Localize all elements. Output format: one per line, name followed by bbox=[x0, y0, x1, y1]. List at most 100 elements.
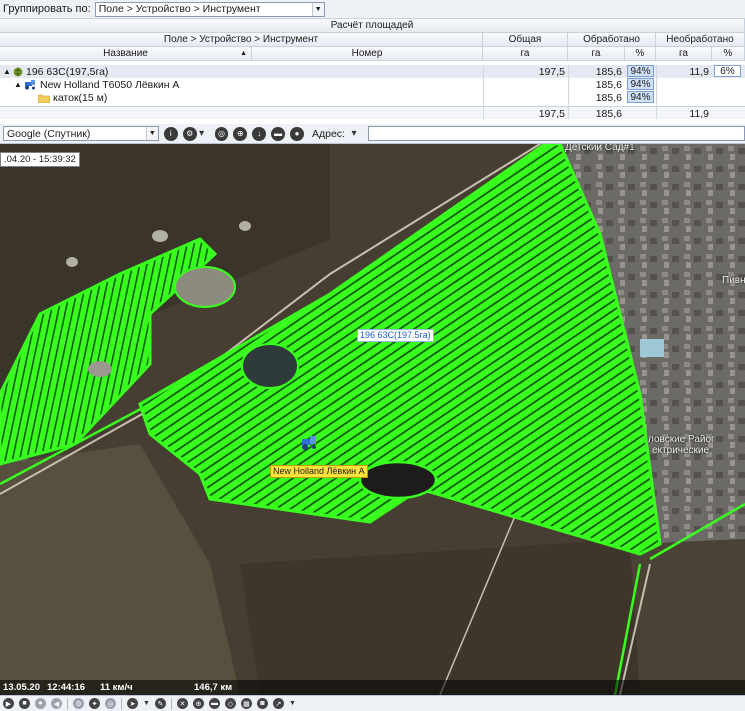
ruler-icon[interactable]: ▬ bbox=[208, 698, 220, 709]
field-name: 196 63С(197,5га) bbox=[26, 65, 109, 78]
column-divider bbox=[568, 65, 569, 119]
header-processed-ha: га bbox=[568, 47, 625, 61]
record-icon[interactable]: ● bbox=[35, 698, 46, 709]
close-icon[interactable]: ✕ bbox=[176, 698, 188, 709]
address-input[interactable] bbox=[367, 126, 745, 141]
map-status-bar: 13.05.20 12:44:16 11 км/ч 146,7 км bbox=[0, 680, 745, 695]
info-icon[interactable]: i bbox=[163, 126, 178, 141]
cursor-icon[interactable]: ➤ bbox=[127, 698, 138, 709]
zoom-icon[interactable]: ⊕ bbox=[192, 698, 204, 709]
vehicle-icon[interactable]: ▬ bbox=[271, 126, 286, 141]
stop-icon[interactable]: ■ bbox=[19, 698, 30, 709]
folder-icon bbox=[38, 91, 50, 104]
toolbar-divider bbox=[121, 697, 122, 710]
header-unprocessed[interactable]: Необработано bbox=[656, 33, 745, 47]
totals-processed: 185,6 bbox=[595, 107, 622, 120]
compass-icon[interactable]: ✦ bbox=[89, 698, 100, 709]
header-total[interactable]: Общая bbox=[483, 33, 568, 47]
layers-icon[interactable]: ◎ bbox=[105, 698, 116, 709]
implement-processed-pct: 94% bbox=[627, 91, 654, 103]
toolbar-divider bbox=[170, 697, 172, 710]
building bbox=[640, 339, 664, 357]
grid-icon[interactable]: ▦ bbox=[240, 698, 252, 709]
totals-unprocessed: 11,9 bbox=[689, 107, 709, 120]
device-processed: 185,6 bbox=[595, 78, 622, 91]
status-distance: 146,7 км bbox=[194, 682, 233, 693]
settings-icon[interactable]: ⚙ bbox=[73, 698, 84, 709]
tools-icon[interactable]: ⚙ bbox=[182, 126, 197, 141]
header-number[interactable]: Номер bbox=[252, 47, 483, 61]
map-source-select[interactable]: Google (Спутник) ▼ bbox=[3, 126, 159, 141]
table-row-implement[interactable]: каток(15 м) 185,6 94% bbox=[0, 91, 745, 104]
chevron-down-icon[interactable]: ▼ bbox=[289, 700, 296, 707]
sort-asc-icon: ▲ bbox=[240, 50, 247, 57]
layers-icon[interactable]: ◎ bbox=[214, 126, 229, 141]
download-icon[interactable]: ↓ bbox=[252, 126, 267, 141]
column-divider bbox=[483, 65, 484, 119]
unprocessed-patch bbox=[152, 230, 168, 242]
place-label: Пивн bbox=[722, 275, 745, 286]
map-toolbar: Google (Спутник) ▼ i ⚙ ▾ ◎ ⊕ ↓ ▬ ● Адрес… bbox=[0, 124, 745, 144]
header-group[interactable]: Поле > Устройство > Инструмент bbox=[0, 33, 483, 47]
totals-total: 197,5 bbox=[538, 107, 565, 120]
header-total-ha: га bbox=[483, 47, 568, 61]
camera-icon[interactable]: ◙ bbox=[256, 698, 268, 709]
terrain-field-s bbox=[240, 539, 650, 695]
satellite-map[interactable]: .04.20 - 15:39:32 196 63С(197.5га) New H… bbox=[0, 144, 745, 695]
collapse-icon[interactable]: ▲ bbox=[14, 78, 22, 91]
rewind-icon[interactable]: ◀ bbox=[51, 698, 62, 709]
chevron-down-icon[interactable]: ▼ bbox=[143, 700, 150, 707]
field-label[interactable]: 196 63С(197.5га) bbox=[357, 329, 434, 342]
place-label: ловские Райог bbox=[648, 434, 715, 445]
status-time: 12:44:16 bbox=[47, 682, 86, 693]
track-timestamp: .04.20 - 15:39:32 bbox=[0, 152, 80, 167]
tractor-icon bbox=[24, 78, 36, 91]
area-icon[interactable]: ◇ bbox=[224, 698, 236, 709]
groupby-label: Группировать по: bbox=[3, 3, 91, 15]
header-unprocessed-ha: га bbox=[656, 47, 712, 61]
unprocessed-patch bbox=[174, 266, 236, 308]
table-title: Расчёт площадей bbox=[0, 19, 745, 33]
address-label: Адрес: bbox=[312, 127, 345, 140]
table-row-device[interactable]: ▲ New Holland T6050 Лёвкин А 185,6 94% bbox=[0, 78, 745, 91]
implement-name: каток(15 м) bbox=[53, 91, 108, 104]
header-name-label: Название bbox=[103, 48, 148, 59]
area-table: Расчёт площадей Поле > Устройство > Инст… bbox=[0, 19, 745, 120]
header-name[interactable]: Название ▲ bbox=[0, 47, 252, 61]
field-icon bbox=[13, 65, 23, 78]
globe-icon[interactable]: ● bbox=[290, 126, 304, 141]
table-totals-row: 197,5 185,6 11,9 bbox=[0, 106, 745, 120]
unprocessed-patch bbox=[241, 343, 299, 389]
map-canvas bbox=[0, 144, 745, 695]
groupby-value: Поле > Устройство > Инструмент bbox=[98, 3, 261, 15]
toolbar-divider bbox=[67, 697, 68, 710]
header-processed-pct: % bbox=[625, 47, 656, 61]
chevron-down-icon[interactable]: ▾ bbox=[198, 127, 206, 141]
terrain-field-se bbox=[630, 539, 745, 695]
status-speed: 11 км/ч bbox=[100, 682, 133, 693]
place-label: Детский Сад#1 bbox=[565, 144, 635, 153]
device-label[interactable]: New Holland Лёвкин А bbox=[270, 465, 368, 478]
field-unprocessed-pct: 6% bbox=[714, 65, 741, 77]
field-processed-pct: 94% bbox=[627, 65, 654, 77]
unprocessed-patch bbox=[66, 257, 78, 267]
groupby-select[interactable]: Поле > Устройство > Инструмент ▼ bbox=[94, 1, 325, 17]
table-row-field[interactable]: ▲ 196 63С(197,5га) 197,5 185,6 94% 11,9 … bbox=[0, 65, 745, 78]
chevron-down-icon[interactable]: ▾ bbox=[350, 127, 358, 141]
unprocessed-patch bbox=[239, 221, 251, 231]
chevron-down-icon[interactable]: ▼ bbox=[311, 2, 324, 16]
groupby-bar: Группировать по: Поле > Устройство > Инс… bbox=[0, 0, 745, 19]
header-unprocessed-pct: % bbox=[712, 47, 745, 61]
device-processed-pct: 94% bbox=[627, 78, 654, 90]
measure-icon[interactable]: ✎ bbox=[154, 698, 166, 709]
collapse-icon[interactable]: ▲ bbox=[3, 65, 11, 78]
status-date: 13.05.20 bbox=[3, 682, 40, 693]
bottom-toolbar: ▶ ■ ● ◀ ⚙ ✦ ◎ ➤ ▼ ✎ ✕ ⊕ ▬ ◇ ▦ ◙ ↗ ▼ bbox=[0, 695, 745, 711]
export-icon[interactable]: ↗ bbox=[272, 698, 284, 709]
header-processed[interactable]: Обработано bbox=[568, 33, 656, 47]
play-icon[interactable]: ▶ bbox=[3, 698, 14, 709]
chevron-down-icon[interactable]: ▼ bbox=[145, 127, 158, 140]
implement-processed: 185,6 bbox=[595, 91, 622, 104]
target-icon[interactable]: ⊕ bbox=[233, 126, 248, 141]
place-label: ектрические bbox=[652, 445, 710, 456]
